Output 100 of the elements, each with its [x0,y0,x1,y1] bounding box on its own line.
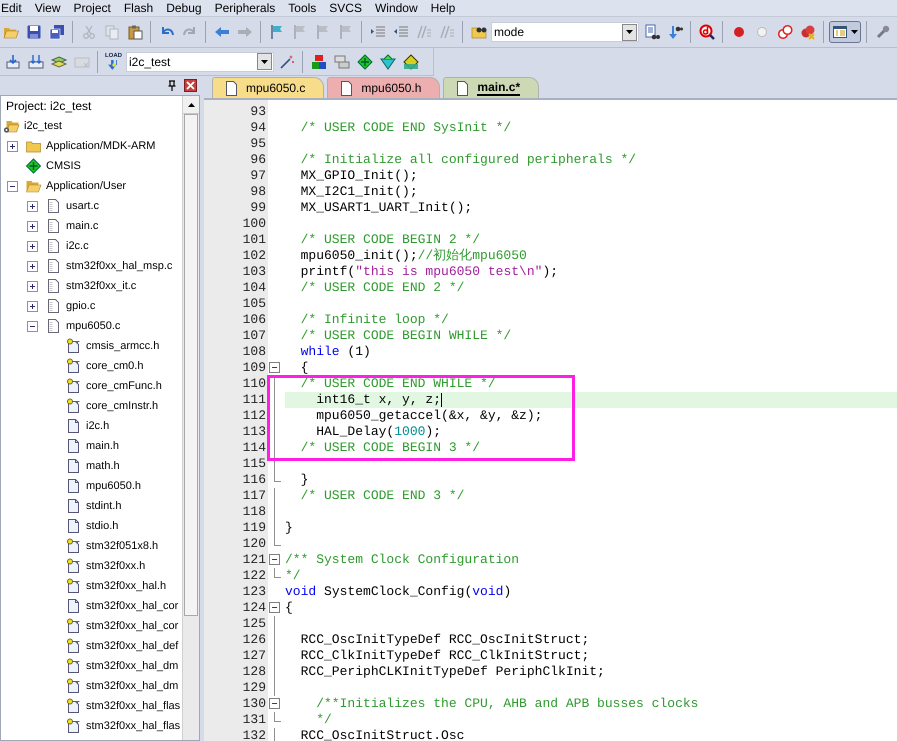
scroll-up-button[interactable] [183,96,199,114]
tree-item[interactable]: main.c [66,220,98,232]
tree-item[interactable]: stm32f0xx_hal_dm [86,660,178,672]
tree-item[interactable]: i2c.h [86,420,110,432]
breakpoint-cross-icon[interactable] [800,24,816,40]
code-line: RCC_OscInitTypeDef RCC_OscInitStruct; [300,632,590,648]
dropdown-button[interactable] [257,53,272,70]
magic-wand-icon[interactable] [278,54,294,70]
tree-item[interactable]: stm32f0xx_hal_cor [86,620,178,632]
pin-icon[interactable] [168,80,176,91]
menu-item[interactable]: Project [73,0,111,16]
code-line: mpu6050_init();//初始化mpu6050 [300,248,527,264]
tree-item[interactable]: CMSIS [46,160,81,172]
tree-item[interactable]: stm32f0xx_hal_flas [86,720,180,732]
find-combo-box[interactable]: mode [491,22,639,42]
save-icon[interactable] [26,24,42,40]
fold-toggle-icon[interactable] [269,554,280,565]
tree-item[interactable]: stm32f0xx_hal_def [86,640,178,652]
tree-item[interactable]: mpu6050.c [66,320,120,332]
save-all-icon[interactable] [48,24,64,40]
tree-item[interactable]: stm32f051x8.h [86,540,158,552]
line-number: 131 [242,712,267,728]
tree-item[interactable]: stm32f0xx_hal_dm [86,680,178,692]
line-number: 114 [242,440,267,456]
line-number: 127 [242,648,267,664]
diamond-icon[interactable] [356,54,372,70]
file-tab[interactable]: main.c* [443,77,540,98]
fold-end-line [274,472,281,482]
funnel-icon[interactable] [380,54,396,70]
stacked-windows-icon[interactable] [334,54,350,70]
file-icon [45,318,62,334]
double-circle-icon[interactable] [776,24,792,40]
magnifier-icon[interactable] [698,24,714,40]
binoculars-arrow-icon[interactable] [666,24,682,40]
code-line: /* USER CODE END 2 */ [300,280,464,296]
expand-toggle-icon[interactable] [27,300,38,312]
menu-item[interactable]: Help [430,0,456,16]
file-tab[interactable]: mpu6050.h [327,77,440,98]
document-icon [225,80,238,96]
pack-icon[interactable] [402,54,418,70]
tree-item[interactable]: stm32f0xx_hal.h [86,580,166,592]
fold-toggle-icon[interactable] [269,602,280,613]
tree-item[interactable]: i2c.c [66,240,89,252]
menu-item[interactable]: Window [374,0,418,16]
tree-item[interactable]: usart.c [66,200,100,212]
menu-item[interactable]: View [34,0,60,16]
stacked-layers-icon[interactable] [50,54,66,70]
expand-toggle-icon[interactable] [7,140,18,152]
tree-item[interactable]: mpu6050.h [86,480,142,492]
tree-item[interactable]: i2c_test [24,120,62,132]
collapse-toggle-icon[interactable] [7,180,18,192]
flag-icon[interactable] [268,24,284,40]
tree-item[interactable]: cmsis_armcc.h [86,340,160,352]
tree-item[interactable]: gpio.c [66,300,96,312]
tree-item[interactable]: stdint.h [86,500,122,512]
menu-item[interactable]: Tools [288,0,316,16]
menu-item[interactable]: Flash [124,0,154,16]
tree-item[interactable]: stm32f0xx_it.c [66,280,136,292]
menu-item[interactable]: Edit [1,0,22,16]
expand-toggle-icon[interactable] [27,240,38,252]
key-file-icon [65,698,82,714]
dropdown-button[interactable] [622,24,637,40]
expand-toggle-icon[interactable] [27,200,38,212]
back-arrow-icon[interactable] [214,24,230,40]
expand-toggle-icon[interactable] [27,280,38,292]
fold-toggle-icon[interactable] [269,698,280,709]
find-icon[interactable] [644,24,660,40]
tree-item[interactable]: stdio.h [86,520,118,532]
blocks-icon[interactable] [310,54,326,70]
tree-item[interactable]: core_cm0.h [86,360,144,372]
file-tab[interactable]: mpu6050.c [212,77,324,98]
file-icon [45,238,62,254]
fold-toggle-icon[interactable] [269,362,280,373]
tree-item[interactable]: main.h [86,440,120,452]
window-layout-button[interactable] [829,21,861,43]
tree-item[interactable]: stm32f0xx_hal_msp.c [66,260,172,272]
expand-toggle-icon[interactable] [27,260,38,272]
key-file-icon [65,378,82,394]
tree-item[interactable]: stm32f0xx_hal_flas [86,700,180,712]
menu-item[interactable]: SVCS [329,0,362,16]
menu-item[interactable]: Peripherals [214,0,276,16]
tree-item[interactable]: core_cmFunc.h [86,380,162,392]
line-number: 126 [242,632,267,648]
menu-item[interactable]: Debug [166,0,202,16]
paste-icon[interactable] [126,24,142,40]
tree-item[interactable]: stm32f0xx.h [86,560,146,572]
code-line: /* USER CODE END WHILE */ [300,376,496,392]
tree-item[interactable]: stm32f0xx_hal_cor [86,600,178,612]
target-combo-box[interactable]: i2c_test [126,52,274,72]
close-button[interactable] [184,79,197,92]
tree-item[interactable]: Application/MDK-ARM [46,140,156,152]
file-icon [65,438,82,454]
tree-item[interactable]: math.h [86,460,120,472]
wrench-icon[interactable] [874,24,890,40]
tree-item[interactable]: Application/User [46,180,126,192]
tree-item[interactable]: core_cmInstr.h [86,400,158,412]
build-arrows-icon[interactable] [28,54,44,70]
collapse-toggle-icon[interactable] [27,320,38,332]
expand-toggle-icon[interactable] [27,220,38,232]
download-arrow-icon[interactable] [4,54,20,70]
